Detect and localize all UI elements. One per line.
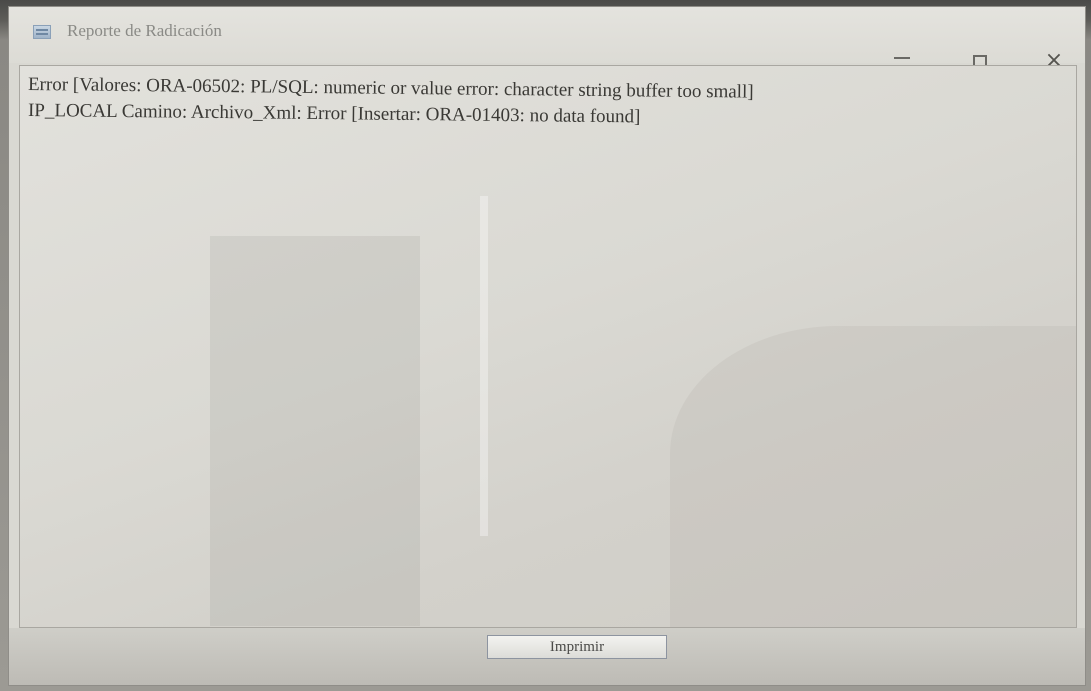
app-window-icon bbox=[33, 25, 51, 39]
screen-reflection bbox=[210, 236, 420, 626]
error-message-line: IP_LOCAL Camino: Archivo_Xml: Error [Ins… bbox=[27, 100, 641, 128]
screen-reflection bbox=[480, 196, 488, 536]
title-bar[interactable]: Reporte de Radicación bbox=[9, 7, 1085, 63]
report-text-area[interactable]: Error [Valores: ORA-06502: PL/SQL: numer… bbox=[19, 65, 1077, 628]
report-window: Reporte de Radicación × Error [Valores: … bbox=[8, 6, 1086, 686]
screen-reflection bbox=[670, 326, 1076, 627]
error-message-line: Error [Valores: ORA-06502: PL/SQL: numer… bbox=[27, 74, 754, 103]
window-title: Reporte de Radicación bbox=[67, 21, 222, 40]
print-button[interactable]: Imprimir bbox=[487, 635, 667, 659]
minimize-icon bbox=[894, 57, 910, 59]
